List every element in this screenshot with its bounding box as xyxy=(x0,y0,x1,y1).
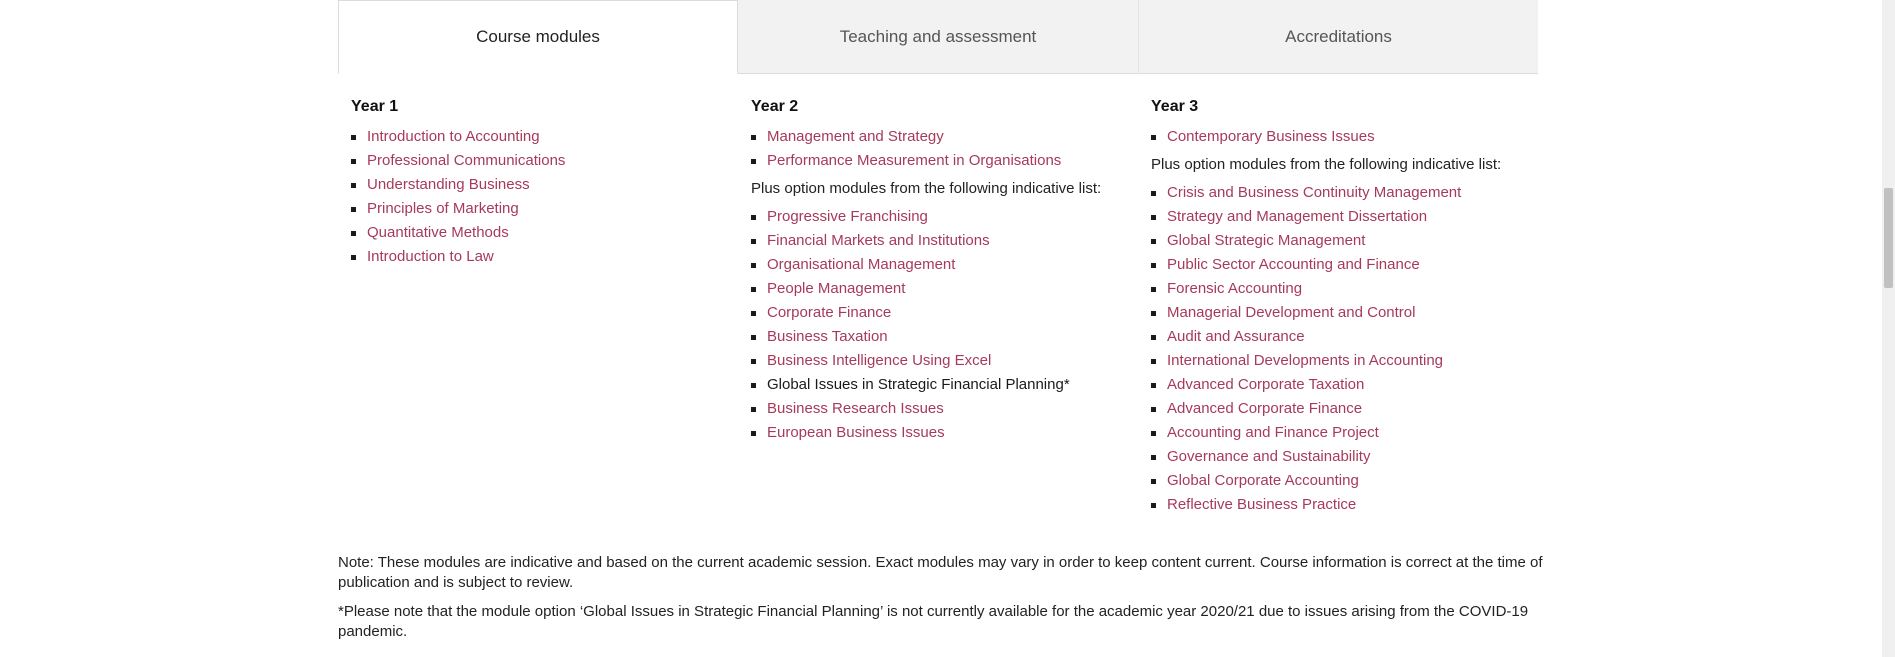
tab-bar: Course modules Teaching and assessment A… xyxy=(338,0,1538,75)
list-item: Crisis and Business Continuity Managemen… xyxy=(1151,181,1541,205)
module-link[interactable]: Management and Strategy xyxy=(767,128,944,145)
module-link[interactable]: International Developments in Accounting xyxy=(1167,352,1443,369)
list-item: Organisational Management xyxy=(751,253,1141,277)
list-item: Progressive Franchising xyxy=(751,205,1141,229)
list-item: Public Sector Accounting and Finance xyxy=(1151,253,1541,277)
list-item: Principles of Marketing xyxy=(351,197,741,221)
module-link[interactable]: Financial Markets and Institutions xyxy=(767,232,990,249)
module-link[interactable]: Forensic Accounting xyxy=(1167,280,1302,297)
module-link[interactable]: Principles of Marketing xyxy=(367,200,519,217)
year-3-core-list: Contemporary Business Issues xyxy=(1151,125,1541,149)
list-item: Accounting and Finance Project xyxy=(1151,421,1541,445)
module-link[interactable]: Managerial Development and Control xyxy=(1167,304,1415,321)
list-item: Governance and Sustainability xyxy=(1151,445,1541,469)
module-link[interactable]: Reflective Business Practice xyxy=(1167,496,1356,513)
module-link[interactable]: Accounting and Finance Project xyxy=(1167,424,1379,441)
module-notes: Note: These modules are indicative and b… xyxy=(338,553,1543,651)
year-1-heading: Year 1 xyxy=(351,98,399,115)
module-link[interactable]: Professional Communications xyxy=(367,152,565,169)
tab-course-modules[interactable]: Course modules xyxy=(338,0,738,74)
list-item: Financial Markets and Institutions xyxy=(751,229,1141,253)
year-2-column: Year 2 Management and Strategy Performan… xyxy=(751,75,1141,445)
list-item: Business Research Issues xyxy=(751,397,1141,421)
year-3-heading: Year 3 xyxy=(1151,98,1199,115)
module-link[interactable]: Progressive Franchising xyxy=(767,208,928,225)
list-item: Advanced Corporate Finance xyxy=(1151,397,1541,421)
module-link[interactable]: Introduction to Accounting xyxy=(367,128,540,145)
module-link[interactable]: Global Corporate Accounting xyxy=(1167,472,1359,489)
module-link[interactable]: Global Strategic Management xyxy=(1167,232,1365,249)
module-link[interactable]: People Management xyxy=(767,280,905,297)
list-item: Performance Measurement in Organisations xyxy=(751,149,1141,173)
year-1-column: Year 1 Introduction to Accounting Profes… xyxy=(351,75,741,269)
list-item: Audit and Assurance xyxy=(1151,325,1541,349)
module-link[interactable]: Contemporary Business Issues xyxy=(1167,128,1375,145)
course-content: Course modules Teaching and assessment A… xyxy=(338,0,1538,535)
list-item: Forensic Accounting xyxy=(1151,277,1541,301)
module-link[interactable]: Advanced Corporate Finance xyxy=(1167,400,1362,417)
module-label: Global Issues in Strategic Financial Pla… xyxy=(767,376,1070,393)
year-2-option-intro: Plus option modules from the following i… xyxy=(751,180,1102,197)
list-item: International Developments in Accounting xyxy=(1151,349,1541,373)
year-2-option-list: Progressive Franchising Financial Market… xyxy=(751,205,1141,445)
module-link[interactable]: Audit and Assurance xyxy=(1167,328,1305,345)
year-3-column: Year 3 Contemporary Business Issues Plus… xyxy=(1151,75,1541,517)
tab-teaching-and-assessment[interactable]: Teaching and assessment xyxy=(738,0,1139,74)
list-item: Corporate Finance xyxy=(751,301,1141,325)
module-link[interactable]: Advanced Corporate Taxation xyxy=(1167,376,1364,393)
module-link[interactable]: Quantitative Methods xyxy=(367,224,509,241)
module-link[interactable]: Understanding Business xyxy=(367,176,530,193)
list-item: Management and Strategy xyxy=(751,125,1141,149)
list-item: Strategy and Management Dissertation xyxy=(1151,205,1541,229)
tab-accreditations[interactable]: Accreditations xyxy=(1139,0,1538,74)
module-link[interactable]: Crisis and Business Continuity Managemen… xyxy=(1167,184,1461,201)
year-2-core-list: Management and Strategy Performance Meas… xyxy=(751,125,1141,173)
scrollbar-thumb[interactable] xyxy=(1884,188,1893,288)
year-3-option-list: Crisis and Business Continuity Managemen… xyxy=(1151,181,1541,517)
module-link[interactable]: Strategy and Management Dissertation xyxy=(1167,208,1427,225)
module-link[interactable]: Business Research Issues xyxy=(767,400,944,417)
year-3-option-intro: Plus option modules from the following i… xyxy=(1151,156,1502,173)
list-item: Managerial Development and Control xyxy=(1151,301,1541,325)
module-link[interactable]: Corporate Finance xyxy=(767,304,891,321)
list-item: People Management xyxy=(751,277,1141,301)
module-link[interactable]: Introduction to Law xyxy=(367,248,494,265)
module-link[interactable]: European Business Issues xyxy=(767,424,945,441)
indicative-note: Note: These modules are indicative and b… xyxy=(338,554,1543,591)
list-item: Introduction to Law xyxy=(351,245,741,269)
list-item: Advanced Corporate Taxation xyxy=(1151,373,1541,397)
module-link[interactable]: Organisational Management xyxy=(767,256,955,273)
list-item: Introduction to Accounting xyxy=(351,125,741,149)
list-item: Global Strategic Management xyxy=(1151,229,1541,253)
list-item: Quantitative Methods xyxy=(351,221,741,245)
module-link[interactable]: Public Sector Accounting and Finance xyxy=(1167,256,1420,273)
list-item: Global Corporate Accounting xyxy=(1151,469,1541,493)
module-link[interactable]: Business Intelligence Using Excel xyxy=(767,352,991,369)
module-columns: Year 1 Introduction to Accounting Profes… xyxy=(338,75,1538,535)
page-scrollbar[interactable] xyxy=(1882,0,1895,657)
list-item: Contemporary Business Issues xyxy=(1151,125,1541,149)
year-1-module-list: Introduction to Accounting Professional … xyxy=(351,125,741,269)
list-item: Understanding Business xyxy=(351,173,741,197)
list-item: Global Issues in Strategic Financial Pla… xyxy=(751,373,1141,397)
year-2-heading: Year 2 xyxy=(751,98,799,115)
module-link[interactable]: Business Taxation xyxy=(767,328,888,345)
list-item: Business Taxation xyxy=(751,325,1141,349)
list-item: Reflective Business Practice xyxy=(1151,493,1541,517)
list-item: Professional Communications xyxy=(351,149,741,173)
list-item: Business Intelligence Using Excel xyxy=(751,349,1141,373)
module-link[interactable]: Performance Measurement in Organisations xyxy=(767,152,1061,169)
list-item: European Business Issues xyxy=(751,421,1141,445)
module-link[interactable]: Governance and Sustainability xyxy=(1167,448,1370,465)
covid-note: *Please note that the module option ‘Glo… xyxy=(338,603,1529,640)
